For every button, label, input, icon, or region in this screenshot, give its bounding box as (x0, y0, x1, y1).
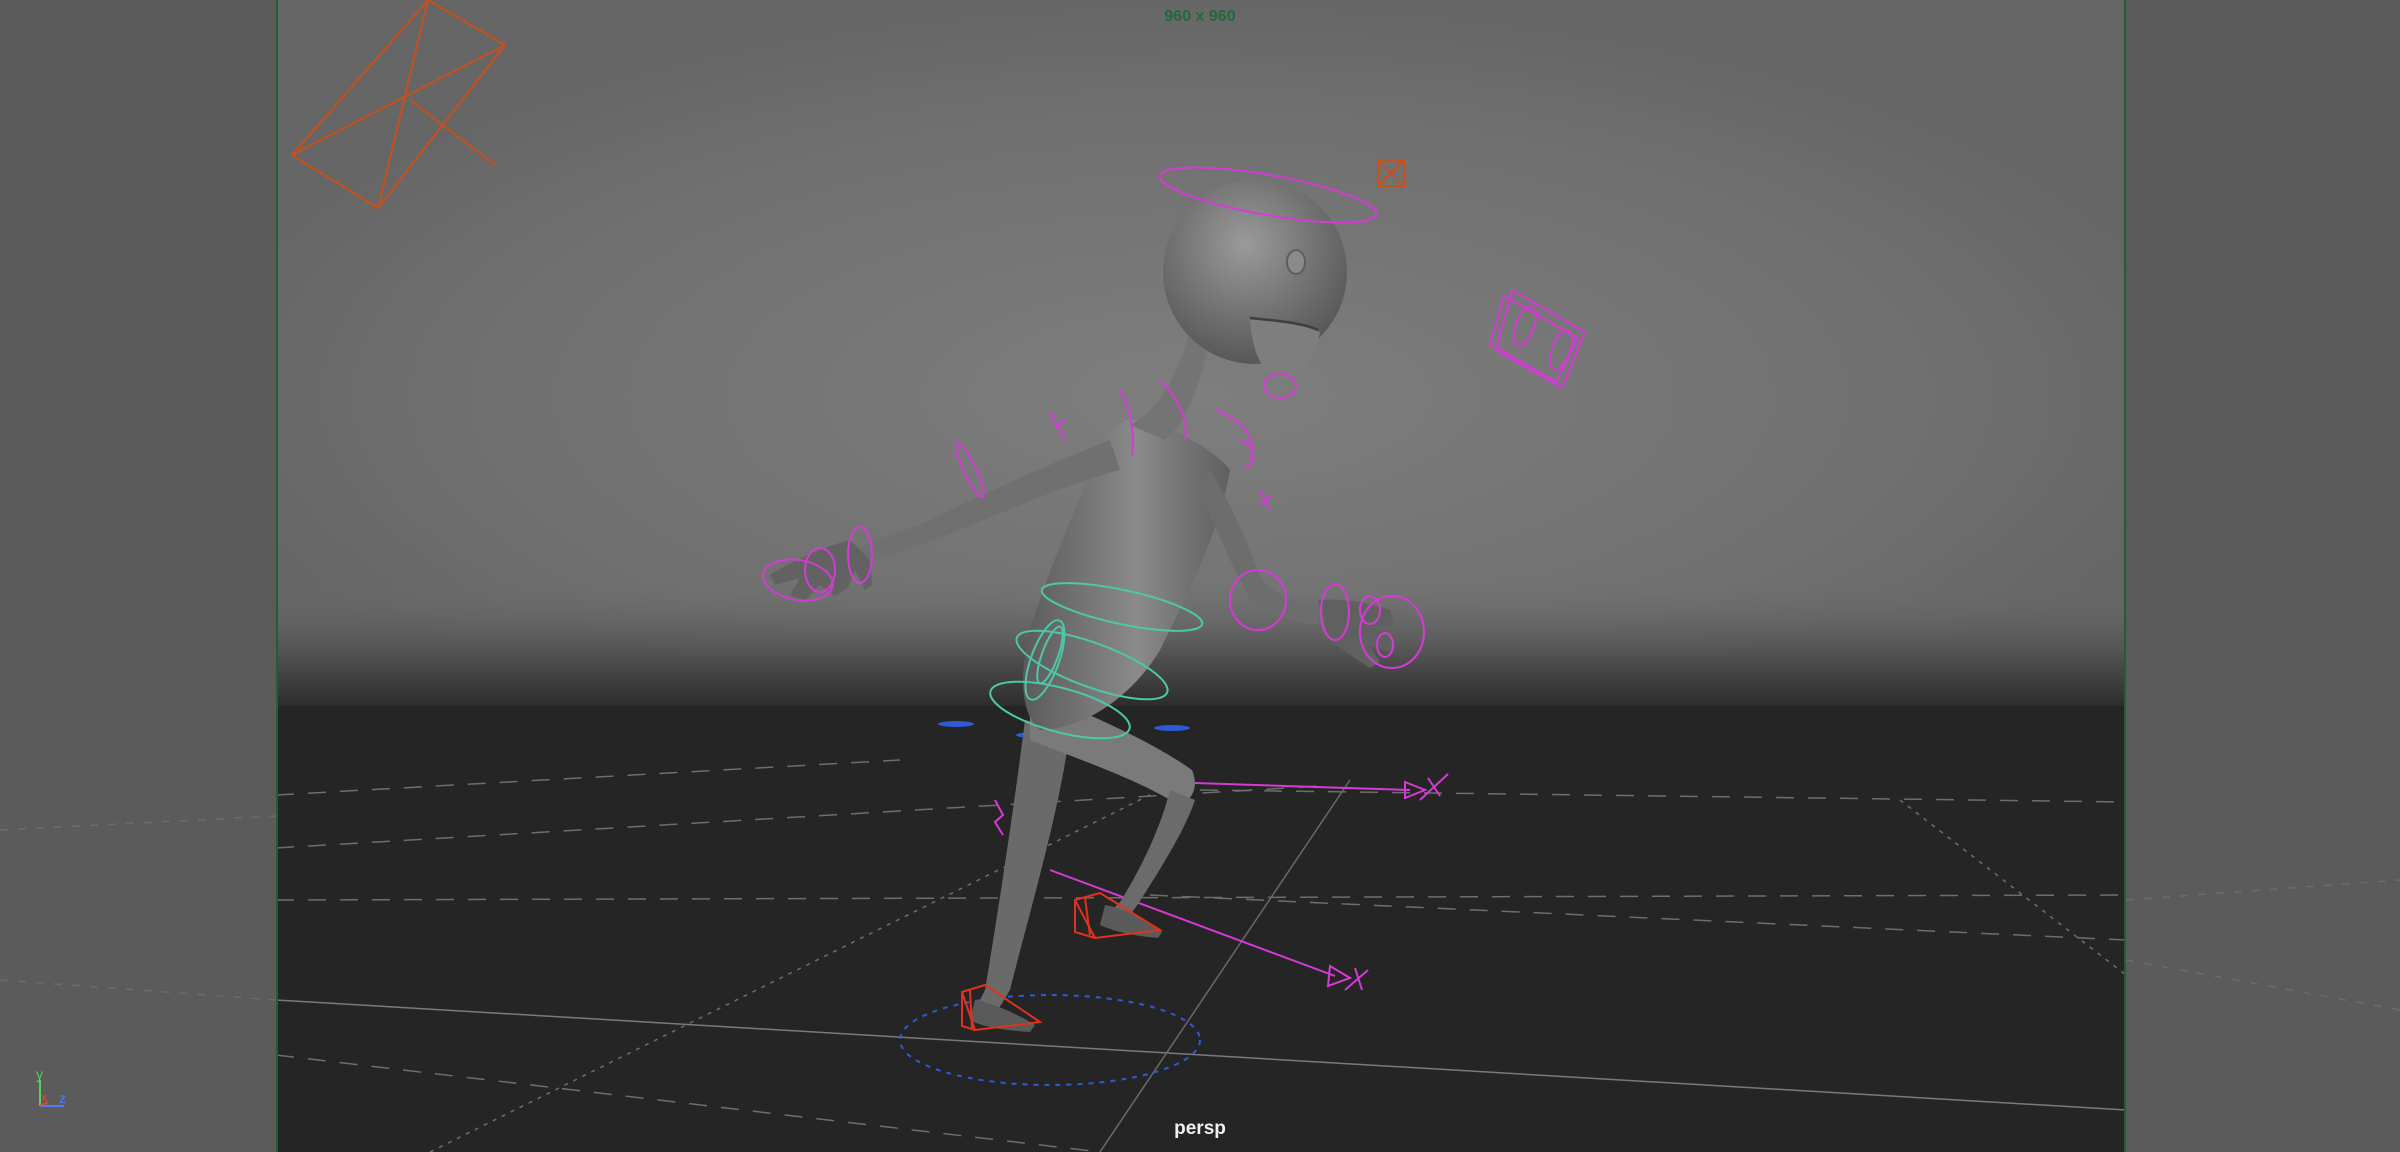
gate-mask-left (0, 0, 276, 1152)
axis-triad-icon: y x z (30, 1066, 90, 1116)
viewport-scene[interactable] (0, 0, 2400, 1152)
character-eye (1286, 249, 1306, 275)
viewport-panel[interactable]: 960 x 960 persp y x z (0, 0, 2400, 1152)
axis-z-label: z (59, 1090, 66, 1106)
axis-x-label: x (41, 1090, 47, 1104)
gate-mask-right (2126, 0, 2400, 1152)
ground-plane (276, 706, 2126, 1152)
axis-y-label: y (36, 1066, 43, 1082)
resolution-gate-label: 960 x 960 (1164, 8, 1236, 25)
camera-name-label: persp (1174, 1118, 1226, 1139)
horizon-gradient (276, 580, 2126, 710)
